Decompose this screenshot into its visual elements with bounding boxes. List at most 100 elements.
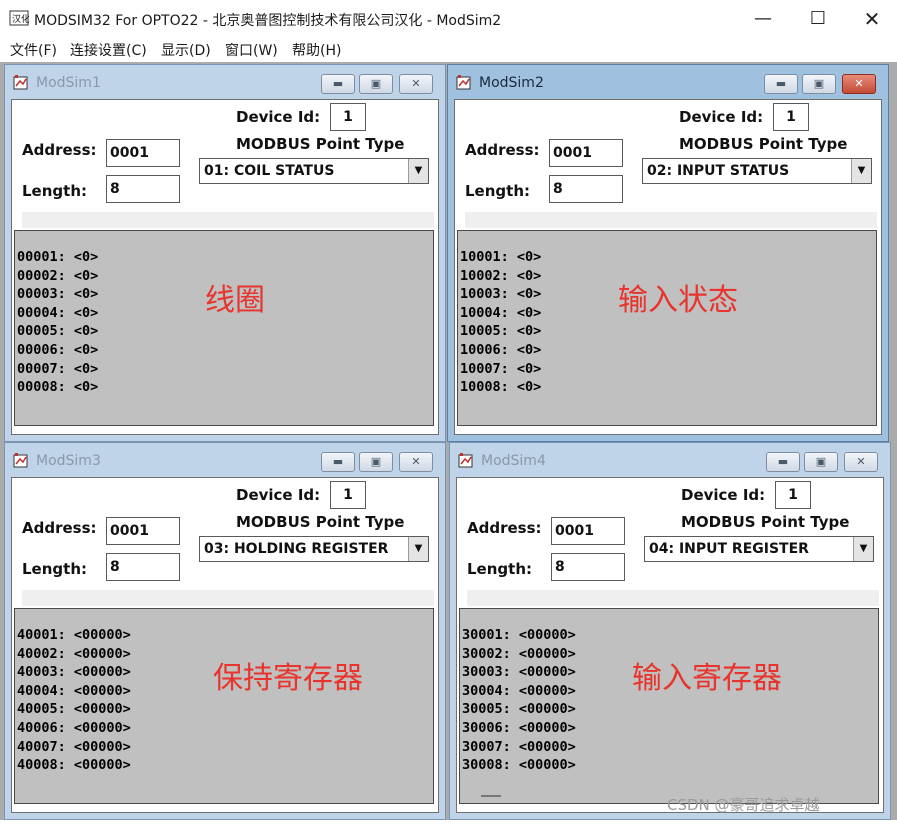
child-close-icon[interactable]: ✕ xyxy=(399,74,433,94)
mdi-child-window-4: ModSim4 ▬ ▣ ✕ Device Id: 1 MODBUS Point … xyxy=(449,442,891,820)
child-title-bar[interactable]: ModSim2 ▬ ▣ ✕ xyxy=(448,65,888,97)
child-minimize-icon[interactable]: ▬ xyxy=(764,74,798,94)
dropdown-arrow-icon[interactable]: ▼ xyxy=(851,159,871,183)
dropdown-arrow-icon[interactable]: ▼ xyxy=(853,537,873,561)
register-row[interactable]: 00008: <0> xyxy=(17,379,98,395)
modsim-icon xyxy=(13,453,28,468)
child-title-bar[interactable]: ModSim1 ▬ ▣ ✕ xyxy=(5,65,445,97)
point-type-select[interactable]: 02: INPUT STATUS ▼ xyxy=(642,158,872,184)
register-row[interactable]: 40007: <00000> xyxy=(17,739,131,755)
length-field[interactable]: 8 xyxy=(106,553,180,581)
device-id-field[interactable]: 1 xyxy=(773,103,809,131)
child-title: ModSim3 xyxy=(36,453,101,469)
register-row[interactable]: 00007: <0> xyxy=(17,361,98,377)
register-row[interactable]: 40004: <00000> xyxy=(17,683,131,699)
register-row[interactable]: 30006: <00000> xyxy=(462,720,576,736)
register-row[interactable]: 30004: <00000> xyxy=(462,683,576,699)
address-field[interactable]: 0001 xyxy=(551,517,625,545)
address-label: Address: xyxy=(467,519,542,537)
register-row[interactable]: 10007: <0> xyxy=(460,361,541,377)
register-row[interactable]: 40008: <00000> xyxy=(17,757,131,773)
register-row[interactable]: 30008: <00000> xyxy=(462,757,576,773)
register-row[interactable]: 10006: <0> xyxy=(460,342,541,358)
child-minimize-icon[interactable]: ▬ xyxy=(321,452,355,472)
child-maximize-icon[interactable]: ▣ xyxy=(359,74,393,94)
register-row[interactable]: 30003: <00000> xyxy=(462,664,576,680)
child-minimize-icon[interactable]: ▬ xyxy=(766,452,800,472)
register-row[interactable]: 10002: <0> xyxy=(460,268,541,284)
point-type-label: MODBUS Point Type xyxy=(236,135,405,153)
register-row[interactable]: 10008: <0> xyxy=(460,379,541,395)
child-close-icon[interactable]: ✕ xyxy=(844,452,878,472)
length-field[interactable]: 8 xyxy=(549,175,623,203)
length-field[interactable]: 8 xyxy=(106,175,180,203)
register-row[interactable]: 10005: <0> xyxy=(460,323,541,339)
dropdown-arrow-icon[interactable]: ▼ xyxy=(408,159,428,183)
child-title-bar[interactable]: ModSim4 ▬ ▣ ✕ xyxy=(450,443,890,475)
address-label: Address: xyxy=(22,141,97,159)
register-row[interactable]: 30005: <00000> xyxy=(462,701,576,717)
point-type-value: 01: COIL STATUS xyxy=(204,163,335,179)
child-title-bar[interactable]: ModSim3 ▬ ▣ ✕ xyxy=(5,443,445,475)
child-minimize-icon[interactable]: ▬ xyxy=(321,74,355,94)
register-row[interactable]: 30002: <00000> xyxy=(462,646,576,662)
maximize-icon[interactable]: ☐ xyxy=(790,0,846,38)
register-row[interactable]: 40001: <00000> xyxy=(17,627,131,643)
register-display[interactable]: 10001: <0> 10002: <0> 10003: <0> 10004: <0>… xyxy=(457,230,877,426)
device-id-field[interactable]: 1 xyxy=(330,103,366,131)
minimize-icon[interactable]: — xyxy=(735,0,791,38)
device-id-label: Device Id: xyxy=(679,108,764,126)
register-display[interactable]: 30001: <00000> 30002: <00000> 30003: <0000… xyxy=(459,608,879,804)
title-bar: 汉化 MODSIM32 For OPTO22 - 北京奥普图控制技术有限公司汉化… xyxy=(0,0,897,38)
address-label: Address: xyxy=(465,141,540,159)
register-row[interactable]: 10004: <0> xyxy=(460,305,541,321)
point-type-select[interactable]: 01: COIL STATUS ▼ xyxy=(199,158,429,184)
register-row[interactable]: 10001: <0> xyxy=(460,249,541,265)
child-client: Device Id: 1 MODBUS Point Type Address: … xyxy=(454,99,882,435)
register-row[interactable]: 00002: <0> xyxy=(17,268,98,284)
address-field[interactable]: 0001 xyxy=(549,139,623,167)
child-close-icon[interactable]: ✕ xyxy=(399,452,433,472)
status-strip xyxy=(465,212,877,228)
address-field[interactable]: 0001 xyxy=(106,517,180,545)
register-row[interactable]: 30001: <00000> xyxy=(462,627,576,643)
device-id-field[interactable]: 1 xyxy=(775,481,811,509)
register-row[interactable]: 40003: <00000> xyxy=(17,664,131,680)
status-strip xyxy=(22,212,434,228)
register-row[interactable]: 10003: <0> xyxy=(460,286,541,302)
register-row[interactable]: 00004: <0> xyxy=(17,305,98,321)
point-type-select[interactable]: 04: INPUT REGISTER ▼ xyxy=(644,536,874,562)
close-icon[interactable]: ✕ xyxy=(844,0,897,38)
point-type-select[interactable]: 03: HOLDING REGISTER ▼ xyxy=(199,536,429,562)
child-maximize-icon[interactable]: ▣ xyxy=(804,452,838,472)
child-maximize-icon[interactable]: ▣ xyxy=(359,452,393,472)
status-strip xyxy=(22,590,434,606)
length-label: Length: xyxy=(467,560,532,578)
register-row[interactable]: 00003: <0> xyxy=(17,286,98,302)
register-display[interactable]: 40001: <00000> 40002: <00000> 40003: <0000… xyxy=(14,608,434,804)
register-row[interactable]: 30007: <00000> xyxy=(462,739,576,755)
menu-window[interactable]: 窗口(W) xyxy=(225,40,278,60)
register-row[interactable]: 40005: <00000> xyxy=(17,701,131,717)
menu-display[interactable]: 显示(D) xyxy=(161,40,211,60)
modsim-icon xyxy=(456,75,471,90)
register-row[interactable]: 00005: <0> xyxy=(17,323,98,339)
dropdown-arrow-icon[interactable]: ▼ xyxy=(408,537,428,561)
child-maximize-icon[interactable]: ▣ xyxy=(802,74,836,94)
menu-file[interactable]: 文件(F) xyxy=(10,40,57,60)
length-field[interactable]: 8 xyxy=(551,553,625,581)
annotation-label: 保持寄存器 xyxy=(213,661,363,696)
register-display[interactable]: 00001: <0> 00002: <0> 00003: <0> 00004: <0>… xyxy=(14,230,434,426)
device-id-field[interactable]: 1 xyxy=(330,481,366,509)
register-row[interactable]: 00006: <0> xyxy=(17,342,98,358)
menu-help[interactable]: 帮助(H) xyxy=(292,40,341,60)
address-label: Address: xyxy=(22,519,97,537)
address-field[interactable]: 0001 xyxy=(106,139,180,167)
menu-connection[interactable]: 连接设置(C) xyxy=(70,40,147,60)
register-row[interactable]: 00001: <0> xyxy=(17,249,98,265)
child-title: ModSim4 xyxy=(481,453,546,469)
register-row[interactable]: 40002: <00000> xyxy=(17,646,131,662)
child-close-icon[interactable]: ✕ xyxy=(842,74,876,94)
modsim-icon xyxy=(458,453,473,468)
register-row[interactable]: 40006: <00000> xyxy=(17,720,131,736)
